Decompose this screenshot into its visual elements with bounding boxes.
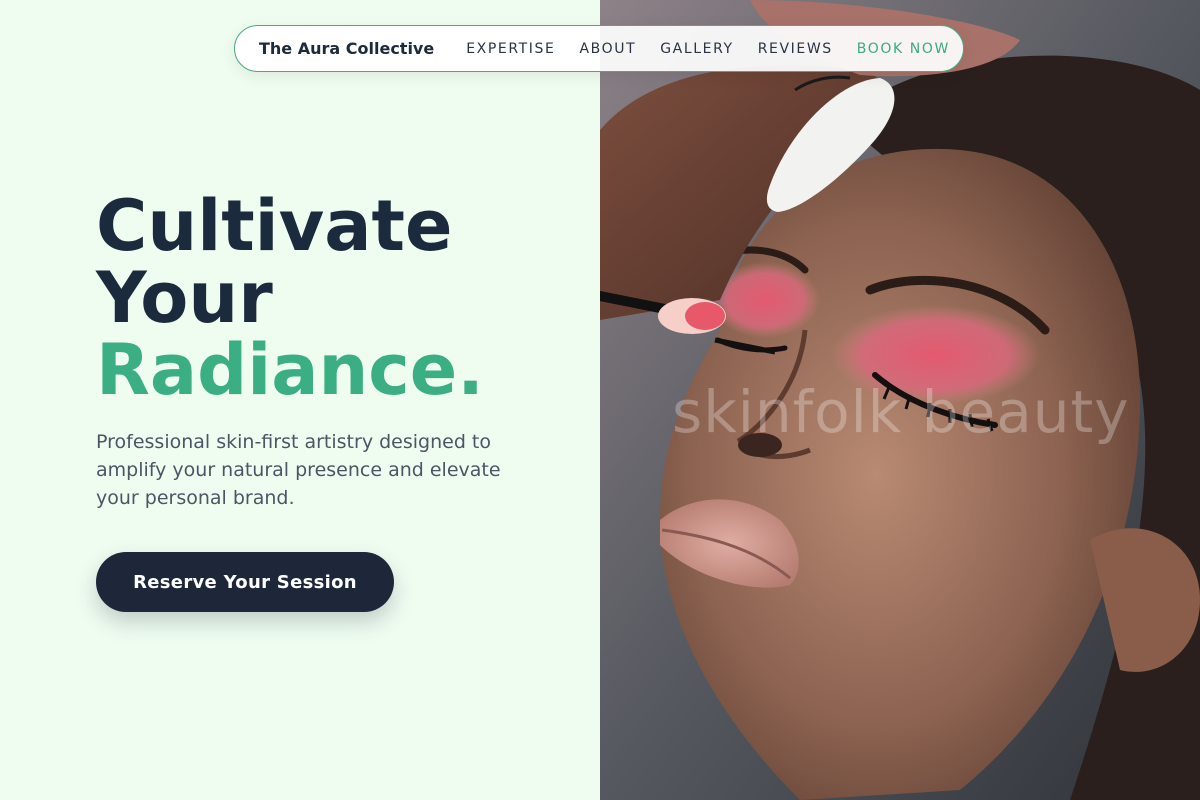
nav-link-reviews[interactable]: REVIEWS — [758, 41, 833, 57]
nav-link-gallery[interactable]: GALLERY — [660, 41, 733, 57]
headline-line-2: Your — [96, 257, 273, 339]
hero-subtext: Professional skin-first artistry designe… — [96, 431, 501, 509]
nav-link-book-now[interactable]: BOOK NOW — [857, 41, 950, 57]
image-watermark: skinfolk beauty — [672, 378, 1130, 446]
nav-link-expertise[interactable]: EXPERTISE — [466, 41, 555, 57]
top-navigation: The Aura Collective EXPERTISE ABOUT GALL… — [234, 25, 964, 72]
reserve-session-button[interactable]: Reserve Your Session — [96, 552, 394, 612]
hero-headline: Cultivate Your Radiance. — [96, 190, 484, 406]
headline-accent: Radiance. — [96, 329, 484, 411]
nav-link-about[interactable]: ABOUT — [579, 41, 636, 57]
landing-page: skinfolk beauty The Aura Collective EXPE… — [0, 0, 1200, 800]
headline-line-1: Cultivate — [96, 185, 453, 267]
brand-logo-text[interactable]: The Aura Collective — [259, 39, 434, 58]
